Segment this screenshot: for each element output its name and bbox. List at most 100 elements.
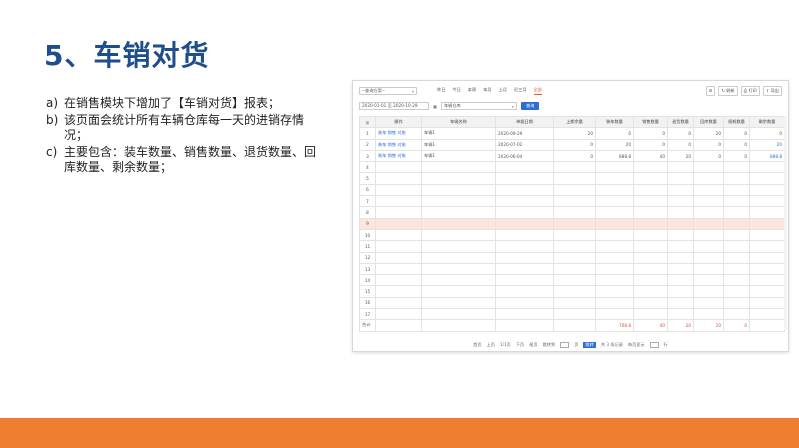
row-operations[interactable]: 装车 销售 对账 bbox=[375, 138, 422, 151]
empty-cell bbox=[375, 296, 422, 310]
empty-cell bbox=[667, 308, 694, 321]
empty-cell bbox=[553, 195, 596, 208]
column-header[interactable]: 装车数量 bbox=[595, 115, 634, 129]
prev-balance: 0 bbox=[553, 138, 596, 151]
page-jump-input[interactable] bbox=[560, 341, 570, 348]
per-page-unit: 行 bbox=[663, 341, 668, 347]
table-row[interactable]: 4 bbox=[359, 161, 785, 174]
total-sale: 40 bbox=[633, 319, 668, 332]
empty-cell bbox=[633, 172, 668, 185]
tab-range-active[interactable]: 全部 bbox=[533, 87, 542, 95]
empty-cell bbox=[421, 285, 496, 298]
table-row[interactable]: 6 bbox=[359, 183, 785, 197]
table-row[interactable]: 11 bbox=[359, 240, 785, 253]
export-button[interactable]: ⇪ 导出 bbox=[762, 86, 782, 96]
empty-cell bbox=[667, 251, 694, 264]
tab-range[interactable]: 本月 bbox=[483, 87, 491, 95]
row-number: 15 bbox=[359, 285, 376, 298]
empty-cell bbox=[421, 240, 496, 253]
settings-icon[interactable]: ⚙ bbox=[705, 86, 716, 96]
next-page-button[interactable]: 下页 bbox=[516, 342, 524, 348]
per-page-input[interactable] bbox=[649, 341, 659, 348]
column-header[interactable]: 单据日期 bbox=[495, 115, 554, 129]
jump-button[interactable]: 跳转 bbox=[583, 341, 596, 348]
empty-cell bbox=[749, 262, 785, 276]
table-row[interactable]: 16 bbox=[359, 296, 785, 310]
doc-date: 2020-06-04 bbox=[495, 149, 554, 163]
left-qty: 0 bbox=[749, 127, 785, 140]
empty-cell bbox=[421, 262, 496, 276]
table-row[interactable]: 7 bbox=[359, 195, 785, 208]
vehicle-name: 车辆1 bbox=[421, 149, 496, 163]
column-header[interactable]: 剩余数量 bbox=[749, 115, 785, 129]
empty-cell bbox=[667, 161, 694, 174]
empty-cell bbox=[495, 161, 554, 174]
empty-cell bbox=[723, 262, 750, 276]
print-button[interactable]: ⎙ 打印 bbox=[740, 86, 760, 96]
refresh-button[interactable]: ↻ 刷新 bbox=[718, 86, 738, 96]
empty-cell bbox=[421, 228, 496, 242]
empty-cell bbox=[595, 228, 634, 242]
empty-cell bbox=[421, 274, 496, 287]
row-operations[interactable]: 装车 销售 对账 bbox=[375, 149, 422, 163]
row-number: 16 bbox=[359, 296, 376, 310]
column-header[interactable]: 回库数量 bbox=[693, 115, 724, 129]
empty-cell bbox=[553, 217, 596, 230]
empty-cell bbox=[693, 183, 724, 197]
row-selector-icon[interactable]: ◎ bbox=[359, 115, 376, 129]
table-row[interactable]: 17 bbox=[359, 308, 785, 321]
table-row[interactable]: 8 bbox=[359, 206, 785, 219]
empty-cell bbox=[749, 217, 785, 230]
empty-cell bbox=[595, 296, 634, 310]
warehouse-input[interactable]: 车辆仓库 ⌕ bbox=[440, 102, 517, 110]
table-row[interactable]: 1 装车 销售 对账 车辆1 2020-09-29 20 0 0 0 20 0 0 bbox=[359, 127, 785, 140]
table-row[interactable]: 12 bbox=[359, 251, 785, 264]
query-button[interactable]: 查询 bbox=[520, 102, 540, 110]
tab-range[interactable]: 昨日 bbox=[437, 87, 445, 95]
column-header[interactable]: 退货数量 bbox=[667, 115, 694, 129]
tab-range[interactable]: 本周 bbox=[468, 87, 476, 95]
column-header[interactable]: 操作 bbox=[375, 115, 422, 129]
empty-cell bbox=[723, 206, 750, 219]
tab-range[interactable]: 上月 bbox=[499, 87, 507, 95]
slide-title: 5、车销对货 bbox=[44, 39, 210, 72]
table-header: ◎ 操作 车辆名称 单据日期 上期余量 装车数量 销售数量 退货数量 回库数量 … bbox=[359, 115, 785, 129]
toolbar-right: ⚙ ↻ 刷新 ⎙ 打印 ⇪ 导出 bbox=[705, 86, 782, 96]
table-row[interactable]: 2 装车 销售 对账 车辆1 2020-07-02 0 20 0 0 0 0 20 bbox=[359, 138, 785, 151]
table-row[interactable]: 3 装车 销售 对账 车辆1 2020-06-04 0 888.8 40 20 0 0 888.8 bbox=[359, 149, 785, 163]
first-page-button[interactable]: 首页 bbox=[473, 342, 481, 348]
empty-cell bbox=[693, 240, 724, 253]
column-header[interactable]: 损耗数量 bbox=[723, 115, 750, 129]
tab-range[interactable]: 今日 bbox=[452, 87, 460, 95]
empty-cell bbox=[667, 285, 694, 298]
vertical-scrollbar[interactable] bbox=[784, 116, 787, 330]
empty-cell bbox=[595, 206, 634, 219]
table-row[interactable]: 5 bbox=[359, 172, 785, 185]
table-row[interactable]: 15 bbox=[359, 285, 785, 298]
last-page-button[interactable]: 尾页 bbox=[529, 342, 537, 348]
load-qty: 888.8 bbox=[595, 149, 634, 163]
empty-cell bbox=[375, 206, 422, 219]
column-header[interactable]: 上期余量 bbox=[553, 115, 596, 129]
row-operations[interactable]: 装车 销售 对账 bbox=[375, 127, 422, 140]
query-scheme-select[interactable]: --查询方案-- ▾ bbox=[359, 87, 417, 95]
empty-cell bbox=[693, 161, 724, 174]
table-row[interactable]: 14 bbox=[359, 274, 785, 287]
empty-cell bbox=[723, 285, 750, 298]
calendar-icon[interactable]: ▦ bbox=[433, 104, 437, 109]
empty-cell bbox=[595, 251, 634, 264]
prev-page-button[interactable]: 上页 bbox=[487, 342, 495, 348]
empty-cell bbox=[421, 308, 496, 321]
table-row[interactable]: 9 bbox=[359, 217, 785, 230]
empty-cell bbox=[749, 195, 785, 208]
column-header[interactable]: 销售数量 bbox=[633, 115, 668, 129]
column-header[interactable]: 车辆名称 bbox=[421, 115, 496, 129]
table-row[interactable]: 10 bbox=[359, 228, 785, 242]
quick-range-tabs: 昨日 今日 本周 本月 上月 近三月 全部 bbox=[437, 87, 542, 95]
date-range-input[interactable]: 2020-01-01 至 2020-10-29 bbox=[359, 102, 429, 110]
pagination: 首页 上页 1/1页 下页 尾页 跳转到 页 跳转 共 3 条记录 每页显示 行 bbox=[353, 340, 788, 349]
tab-range[interactable]: 近三月 bbox=[514, 87, 527, 95]
row-number: 9 bbox=[359, 217, 376, 230]
back-qty: 20 bbox=[693, 127, 724, 140]
table-row[interactable]: 13 bbox=[359, 262, 785, 276]
